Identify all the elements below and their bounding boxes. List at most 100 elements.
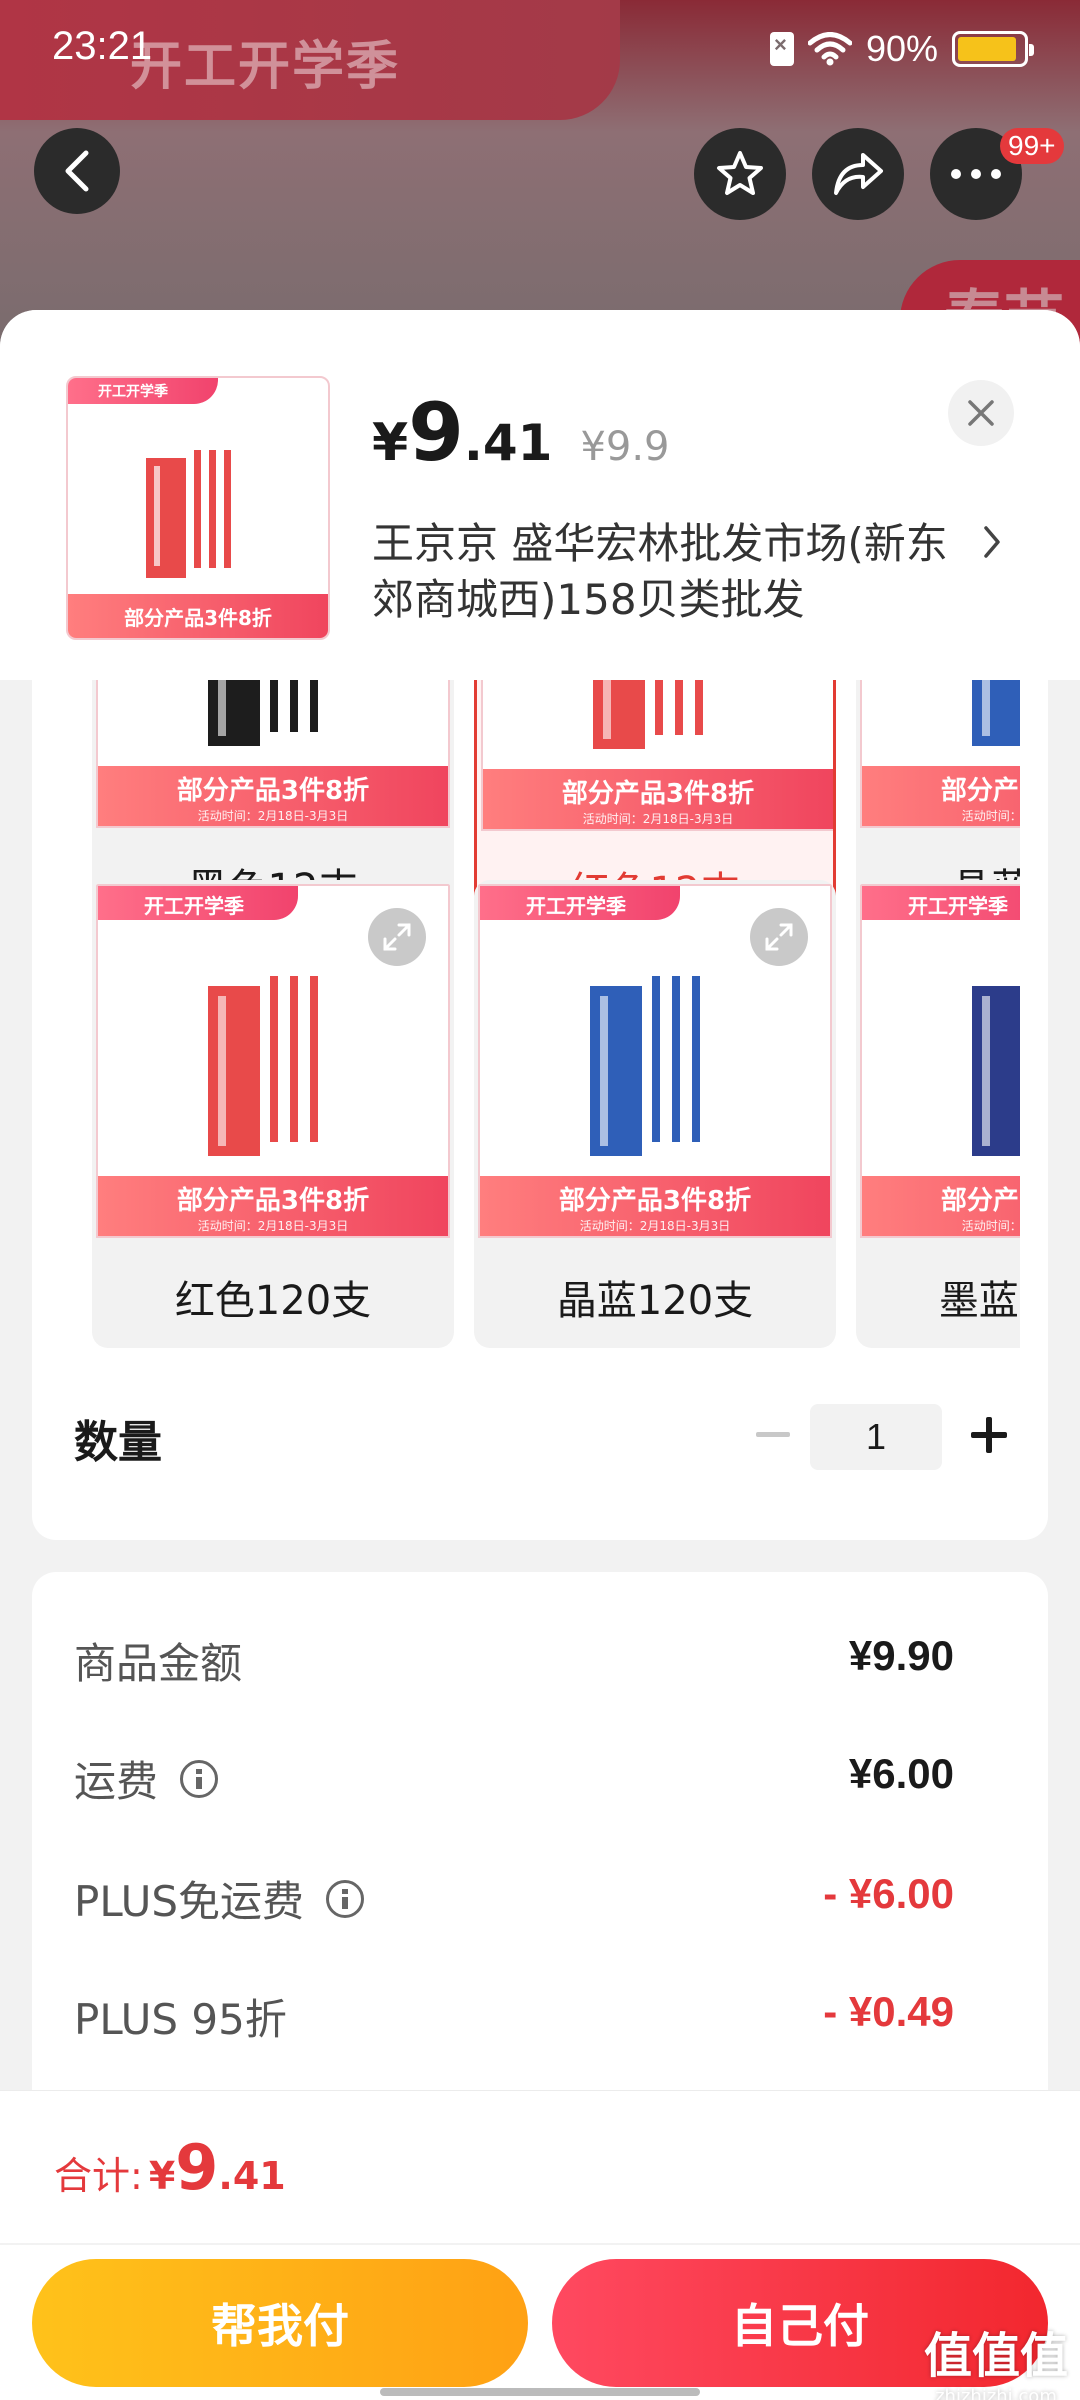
variant-promo-date: 活动时间：2月18日-3月3日 <box>582 812 734 826</box>
summary-row-label-group: PLUS免运费 <box>74 1868 365 1929</box>
variant-image: 开工开学季部分产品3件8折活动时间：2月18日-3月3日 <box>478 884 832 1238</box>
variant-option[interactable]: 开工开学季 部分产品3件8折 活动时间：2月18日-3月3日 晶蓝120支 <box>474 880 836 1348</box>
summary-row: PLUS 95折 - ¥0.49 <box>32 1974 1048 2054</box>
expand-icon <box>383 923 411 951</box>
variant-grid[interactable]: 开工开学季部分产品3件8折活动时间：2月18日-3月3日黑色12支开工开学季部分… <box>92 680 1020 1360</box>
variant-tag: 开工开学季 <box>862 886 1020 920</box>
back-button[interactable] <box>34 128 120 214</box>
pen-box-image <box>593 680 703 749</box>
info-icon[interactable] <box>326 1879 365 1918</box>
checkout-footer: 合计: ¥ 9 .41 帮我付 自己付 <box>0 2090 1080 2400</box>
variant-image: 开工开学季部分产品3件8折活动时间：2月18日-3月3日 <box>860 884 1020 1238</box>
price-row: ¥ 9 .41 ¥9.9 <box>372 386 670 479</box>
variant-image: 开工开学季部分产品3件8折活动时间：2月18日-3月3日 <box>96 680 450 828</box>
share-icon <box>834 153 883 195</box>
quantity-increase-button[interactable] <box>964 1410 1014 1460</box>
variant-promo-date: 活动时间：2月18日-3月3日 <box>961 809 1020 823</box>
thumb-tag: 开工开学季 <box>68 378 218 404</box>
summary-row-value: ¥6.00 <box>848 1750 954 1797</box>
wifi-icon <box>807 32 852 66</box>
more-icon <box>951 169 1001 179</box>
price-currency: ¥ <box>372 413 409 473</box>
variant-promo-text: 部分产品3件8折 <box>558 1186 752 1216</box>
variant-promo-strip: 部分产品3件8折活动时间：2月18日-3月3日 <box>862 766 1020 826</box>
status-time: 23:21 <box>52 24 153 68</box>
expand-image-button[interactable] <box>368 908 426 966</box>
summary-row: 运费 ¥6.00 <box>32 1736 1048 1816</box>
variant-promo-strip: 部分产品3件8折活动时间：2月18日-3月3日 <box>98 766 448 826</box>
watermark-url: zhizhizhi.com <box>935 2386 1057 2400</box>
pen-box-image <box>972 680 1020 746</box>
variant-promo-text: 部分产品3件8折 <box>940 1186 1020 1216</box>
variant-promo-strip: 部分产品3件8折活动时间：2月18日-3月3日 <box>98 1176 448 1236</box>
variant-promo-date: 活动时间：2月18日-3月3日 <box>197 809 349 823</box>
close-icon <box>968 400 994 426</box>
expand-image-button[interactable] <box>750 908 808 966</box>
minus-icon <box>756 1432 790 1437</box>
summary-row-label: 运费 <box>74 1757 159 1806</box>
thumb-promo-strip: 部分产品3件8折 <box>68 594 328 638</box>
quantity-input[interactable]: 1 <box>810 1404 942 1470</box>
total-decimal: .41 <box>218 2154 286 2198</box>
cost-summary: 商品金额 ¥9.90 运费 ¥6.00 PLUS免运费 - ¥6.00 PLUS 95折 - … <box>32 1572 1048 2132</box>
variant-promo-strip: 部分产品3件8折活动时间：2月18日-3月3日 <box>483 769 833 829</box>
original-price: ¥9.9 <box>580 424 670 470</box>
status-bar: 23:21 90% <box>0 0 1080 100</box>
home-indicator[interactable] <box>380 2388 700 2396</box>
variant-promo-strip: 部分产品3件8折活动时间：2月18日-3月3日 <box>480 1176 830 1236</box>
variant-promo-text: 部分产品3件8折 <box>561 779 755 809</box>
summary-row-value: - ¥0.49 <box>823 1988 954 2035</box>
chevron-right-icon <box>984 526 1000 558</box>
quantity-label: 数量 <box>74 1417 162 1468</box>
variant-panel: 开工开学季部分产品3件8折活动时间：2月18日-3月3日黑色12支开工开学季部分… <box>32 680 1048 1540</box>
variant-image: 开工开学季部分产品3件8折活动时间：2月18日-3月3日 <box>481 680 833 831</box>
quantity-decrease-button[interactable] <box>748 1410 798 1460</box>
watermark-logo: 值值值 <box>923 2328 1068 2384</box>
pen-box-image <box>208 680 318 746</box>
footer-divider <box>0 2243 1080 2245</box>
variant-label: 墨蓝120支 <box>938 1278 1020 1324</box>
summary-row-label: PLUS 95折 <box>74 1995 287 2044</box>
favorite-button[interactable] <box>694 128 786 220</box>
variant-promo-date: 活动时间：2月18日-3月3日 <box>579 1219 731 1233</box>
sku-selector-sheet: 开工开学季 部分产品3件8折 ¥ 9 .41 ¥9.9 王京京 盛华宏林批发市场… <box>0 310 1080 2400</box>
variant-promo-text: 部分产品3件8折 <box>176 776 370 806</box>
variant-option[interactable]: 开工开学季 部分产品3件8折 活动时间：2月18日-3月3日 红色120支 <box>92 880 454 1348</box>
variant-tag: 开工开学季 <box>480 886 680 920</box>
product-thumbnail[interactable]: 开工开学季 部分产品3件8折 <box>66 376 330 640</box>
variant-promo-text: 部分产品3件8折 <box>940 776 1020 806</box>
variant-tag: 开工开学季 <box>98 886 298 920</box>
variant-image: 开工开学季部分产品3件8折活动时间：2月18日-3月3日 <box>96 884 450 1238</box>
total-integer: 9 <box>175 2131 219 2204</box>
price-decimal: .41 <box>463 414 553 472</box>
summary-row-label: PLUS免运费 <box>74 1877 305 1926</box>
help-pay-button[interactable]: 帮我付 <box>32 2259 528 2387</box>
variant-image: 开工开学季部分产品3件8折活动时间：2月18日-3月3日 <box>860 680 1020 828</box>
sheet-header: 开工开学季 部分产品3件8折 ¥ 9 .41 ¥9.9 王京京 盛华宏林批发市场… <box>0 310 1080 680</box>
variant-promo-date: 活动时间：2月18日-3月3日 <box>197 1219 349 1233</box>
plus-icon <box>971 1417 1007 1453</box>
variant-promo-date: 活动时间：2月18日-3月3日 <box>961 1219 1020 1233</box>
summary-row-label-group: 运费 <box>74 1748 219 1809</box>
share-button[interactable] <box>812 128 904 220</box>
close-button[interactable] <box>948 380 1014 446</box>
total-label: 合计: <box>54 2154 143 2198</box>
message-count-badge: 99+ <box>1000 128 1064 164</box>
thumb-promo-text: 部分产品3件8折 <box>124 606 272 630</box>
summary-row-label: 商品金额 <box>74 1639 243 1688</box>
battery-level <box>958 37 1016 61</box>
summary-row: 商品金额 ¥9.90 <box>32 1618 1048 1698</box>
shop-link[interactable]: 王京京 盛华宏林批发市场(新东郊商城西)158贝类批发 <box>372 516 1012 628</box>
shop-name: 王京京 盛华宏林批发市场(新东郊商城西)158贝类批发 <box>372 519 948 624</box>
variant-option[interactable]: 开工开学季部分产品3件8折活动时间：2月18日-3月3日墨蓝120支 <box>856 880 1020 1348</box>
total-row: 合计: ¥ 9 .41 <box>54 2131 286 2204</box>
summary-row-label-group: 商品金额 <box>74 1630 242 1691</box>
info-icon[interactable] <box>180 1759 219 1798</box>
price-integer: 9 <box>408 386 464 479</box>
summary-row-value: - ¥6.00 <box>823 1870 954 1917</box>
summary-row-value: ¥9.90 <box>848 1632 954 1679</box>
pen-box-image <box>146 450 231 578</box>
battery-icon <box>952 31 1034 67</box>
pen-box-image <box>972 986 1020 1156</box>
expand-icon <box>765 923 793 951</box>
